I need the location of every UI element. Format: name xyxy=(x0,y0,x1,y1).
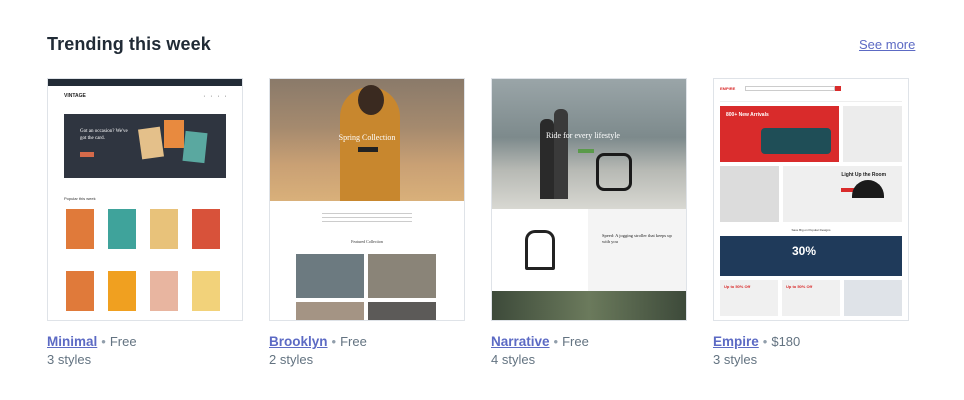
theme-name-link[interactable]: Empire xyxy=(713,334,759,349)
preview-footer-image xyxy=(492,291,686,320)
separator-dot: • xyxy=(331,334,337,349)
preview-feature-text: Speed: A jogging stroller that keeps up … xyxy=(588,209,686,291)
preview-hero: Spring Collection xyxy=(270,79,464,201)
preview-stroller-image xyxy=(596,153,632,191)
preview-hero: Ride for every lifestyle xyxy=(492,79,686,209)
preview-search-button xyxy=(835,85,842,91)
theme-preview-minimal[interactable]: VINTAGE ▪ ▪ ▪ ▪ Got an occasion? We've got … xyxy=(47,78,243,321)
preview-laptop-image xyxy=(720,166,780,222)
theme-name-link[interactable]: Narrative xyxy=(491,334,550,349)
theme-preview-empire[interactable]: EMPIRE 800+ New Arrivals Light Up the Ro… xyxy=(713,78,909,321)
theme-price: $180 xyxy=(771,334,801,349)
separator-dot: • xyxy=(553,334,559,349)
section-title: Trending this week xyxy=(47,34,211,54)
preview-section-label: Featured Collection xyxy=(351,239,383,244)
preview-nav xyxy=(720,97,902,102)
theme-styles-count: 2 styles xyxy=(269,352,314,367)
preview-section-label: Popular this week xyxy=(64,196,96,201)
see-more-link[interactable]: See more xyxy=(859,37,915,52)
separator-dot: • xyxy=(762,334,768,349)
preview-light-banner: Light Up the Room xyxy=(783,166,902,222)
separator-dot: • xyxy=(101,334,106,349)
preview-card-image xyxy=(182,130,208,164)
theme-preview-brooklyn[interactable]: Spring Collection Featured Collection xyxy=(269,78,465,321)
theme-styles-count: 3 styles xyxy=(47,352,92,367)
preview-nav: VINTAGE ▪ ▪ ▪ ▪ xyxy=(64,93,226,99)
preview-search xyxy=(745,85,836,91)
preview-paragraph xyxy=(322,213,412,225)
theme-styles-count: 4 styles xyxy=(491,352,536,367)
preview-hero-text: Ride for every lifestyle xyxy=(546,131,620,140)
theme-name-link[interactable]: Minimal xyxy=(47,334,97,349)
preview-logo: EMPIRE xyxy=(720,85,736,91)
preview-hero-text: Spring Collection xyxy=(338,133,396,142)
preview-topbar: EMPIRE xyxy=(714,79,908,97)
preview-mid-text: Save Big on Popular Designs xyxy=(791,228,831,232)
preview-hero-text: Got an occasion? We've got the card. xyxy=(80,129,128,141)
theme-name-link[interactable]: Brooklyn xyxy=(269,334,328,349)
theme-styles-count: 3 styles xyxy=(713,352,758,367)
preview-product-grid xyxy=(296,254,464,320)
theme-card-brooklyn: Spring Collection Featured Collection Br… xyxy=(269,78,465,369)
preview-product-grid xyxy=(66,209,242,320)
preview-side-banner xyxy=(842,106,902,162)
preview-hero-button xyxy=(80,152,94,157)
theme-card-narrative: Ride for every lifestyle Speed: A joggin… xyxy=(491,78,687,369)
theme-price: Free xyxy=(340,334,367,349)
preview-product-image xyxy=(492,209,588,291)
preview-new-arrivals: 800+ New Arrivals xyxy=(720,106,839,162)
theme-price: Free xyxy=(109,334,137,349)
preview-promo-row: Up to 50% Off Up to 50% Off xyxy=(720,280,902,316)
preview-hero: Got an occasion? We've got the card. xyxy=(64,114,226,178)
preview-hero-button xyxy=(578,149,594,153)
theme-card-minimal: VINTAGE ▪ ▪ ▪ ▪ Got an occasion? We've got … xyxy=(47,78,243,369)
preview-lamp-image xyxy=(852,180,884,198)
preview-discount-banner: 30% xyxy=(720,236,902,276)
preview-card-image xyxy=(138,126,164,160)
theme-card-empire: EMPIRE 800+ New Arrivals Light Up the Ro… xyxy=(713,78,909,369)
theme-preview-narrative[interactable]: Ride for every lifestyle Speed: A joggin… xyxy=(491,78,687,321)
preview-feature-row: Speed: A jogging stroller that keeps up … xyxy=(492,209,686,291)
preview-hero-button xyxy=(358,147,378,152)
preview-topbar xyxy=(48,79,242,86)
theme-price: Free xyxy=(562,334,589,349)
preview-card-image xyxy=(164,120,184,148)
preview-store-name: VINTAGE xyxy=(64,93,86,99)
